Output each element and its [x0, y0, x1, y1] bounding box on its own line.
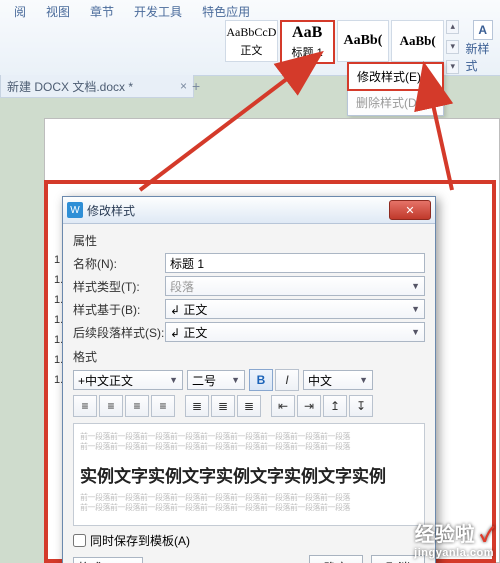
chevron-down-icon: ▼ — [169, 375, 178, 385]
document-tab[interactable]: 新建 DOCX 文档.docx * × — [0, 75, 194, 98]
preview-context-text: 前一段落前一段落前一段落前一段落前一段落前一段落前一段落前一段落前一段落 — [80, 493, 418, 503]
style-tile[interactable]: AaBb( — [391, 20, 444, 62]
next-style-select[interactable]: ↲ 正文 ▼ — [165, 322, 425, 342]
preview-context-text: 前一段落前一段落前一段落前一段落前一段落前一段落前一段落前一段落前一段落 — [80, 442, 418, 452]
ok-button[interactable]: 确定 — [309, 555, 363, 563]
style-label: 正文 — [240, 42, 262, 58]
document-tab-title: 新建 DOCX 文档.docx * — [7, 78, 133, 95]
bold-button[interactable]: B — [249, 369, 273, 391]
app-icon: W — [67, 202, 83, 218]
language-select[interactable]: 中文 ▼ — [303, 370, 373, 390]
combo-value: +中文正文 — [78, 372, 133, 389]
format-menu-button[interactable]: 格式(O) ▼ — [73, 557, 143, 563]
label-next-style: 后续段落样式(S): — [73, 324, 165, 341]
line-spacing-normal-button[interactable]: ≣ — [211, 395, 235, 417]
indent-increase-button[interactable]: ⇥ — [297, 395, 321, 417]
style-tile[interactable]: AaBb( — [337, 20, 390, 62]
chevron-down-icon: ▼ — [231, 375, 240, 385]
align-left-button[interactable]: ≡ — [73, 395, 97, 417]
group-properties-label: 属性 — [73, 232, 425, 249]
combo-value: 段落 — [170, 278, 194, 295]
style-sample: AaBb( — [343, 33, 382, 49]
new-style-button[interactable]: A 新样式 — [465, 20, 500, 74]
button-label: 格式(O) — [78, 559, 119, 563]
tab-special[interactable]: 特色应用 — [192, 1, 260, 22]
italic-button[interactable]: I — [275, 369, 299, 391]
style-sample: AaBb( — [400, 33, 436, 49]
preview-sample-text: 实例文字实例文字实例文字实例文字实例 — [80, 462, 418, 487]
based-on-select[interactable]: ↲ 正文 ▼ — [165, 299, 425, 319]
tab-chapter[interactable]: 章节 — [80, 1, 124, 22]
combo-value: ↲ 正文 — [170, 324, 207, 341]
chevron-down-icon: ▼ — [411, 281, 420, 291]
dialog-close-button[interactable]: ✕ — [389, 200, 431, 220]
watermark-text: 经验啦 — [415, 524, 475, 546]
modify-style-dialog: W 修改样式 ✕ 属性 名称(N): 样式类型(T): 段落 ▼ 样式基于(B — [62, 196, 436, 563]
style-label: 标题 1 — [292, 44, 323, 60]
chevron-up-icon[interactable]: ▴ — [446, 20, 459, 34]
align-right-button[interactable]: ≡ — [125, 395, 149, 417]
chevron-down-icon: ▼ — [411, 304, 420, 314]
align-justify-button[interactable]: ≡ — [151, 395, 175, 417]
menu-delete-style[interactable]: 删除样式(D) — [348, 90, 443, 115]
font-family-select[interactable]: +中文正文 ▼ — [73, 370, 183, 390]
label-based-on: 样式基于(B): — [73, 301, 165, 318]
style-context-menu: 修改样式(E) 删除样式(D) — [347, 62, 444, 116]
ribbon-tabs: 阅 视图 章节 开发工具 特色应用 — [0, 0, 500, 22]
style-tile-body[interactable]: AaBbCcD 正文 — [225, 20, 278, 62]
label-type: 样式类型(T): — [73, 278, 165, 295]
new-style-label: 新样式 — [465, 40, 500, 74]
checkbox-label: 同时保存到模板(A) — [90, 532, 190, 549]
checkbox-input[interactable] — [73, 534, 86, 547]
dialog-titlebar[interactable]: W 修改样式 ✕ — [63, 197, 435, 224]
gallery-spinner[interactable]: ▴ ▾ ▾ — [446, 20, 459, 74]
close-icon[interactable]: × — [180, 79, 187, 93]
combo-value: 中文 — [308, 372, 332, 389]
style-sample: AaB — [292, 24, 322, 42]
style-tile-heading1[interactable]: AaB 标题 1 — [280, 20, 335, 64]
gallery-expand-icon[interactable]: ▾ — [446, 60, 459, 74]
new-tab-button[interactable]: + — [192, 78, 200, 94]
menu-modify-style[interactable]: 修改样式(E) — [347, 62, 444, 91]
combo-value: ↲ 正文 — [170, 301, 207, 318]
style-type-select[interactable]: 段落 ▼ — [165, 276, 425, 296]
save-to-template-checkbox[interactable]: 同时保存到模板(A) — [73, 532, 425, 549]
indent-decrease-button[interactable]: ⇤ — [271, 395, 295, 417]
spacing-before-button[interactable]: ↥ — [323, 395, 347, 417]
style-sample: AaBbCcD — [226, 25, 276, 40]
line-spacing-tight-button[interactable]: ≣ — [185, 395, 209, 417]
check-icon: ✓ — [480, 524, 494, 546]
dialog-title: 修改样式 — [87, 202, 135, 219]
preview-context-text: 前一段落前一段落前一段落前一段落前一段落前一段落前一段落前一段落前一段落 — [80, 432, 418, 442]
preview-context-text: 前一段落前一段落前一段落前一段落前一段落前一段落前一段落前一段落前一段落 — [80, 503, 418, 513]
watermark-domain: jingyanla.com — [414, 547, 494, 559]
style-preview: 前一段落前一段落前一段落前一段落前一段落前一段落前一段落前一段落前一段落 前一段… — [73, 423, 425, 526]
tab-view[interactable]: 视图 — [36, 1, 80, 22]
align-center-button[interactable]: ≡ — [99, 395, 123, 417]
chevron-down-icon[interactable]: ▾ — [446, 40, 459, 54]
new-style-icon: A — [473, 20, 493, 40]
name-input[interactable] — [165, 253, 425, 273]
paragraph-toolbar: ≡ ≡ ≡ ≡ ≣ ≣ ≣ ⇤ ⇥ ↥ ↧ — [73, 395, 425, 417]
tab-developer[interactable]: 开发工具 — [124, 1, 192, 22]
chevron-down-icon: ▼ — [359, 375, 368, 385]
line-spacing-loose-button[interactable]: ≣ — [237, 395, 261, 417]
combo-value: 二号 — [192, 372, 216, 389]
tab-review[interactable]: 阅 — [4, 1, 36, 22]
label-name: 名称(N): — [73, 255, 165, 272]
spacing-after-button[interactable]: ↧ — [349, 395, 373, 417]
chevron-down-icon: ▼ — [411, 327, 420, 337]
watermark: 经验啦 ✓ jingyanla.com — [414, 518, 494, 559]
font-size-select[interactable]: 二号 ▼ — [187, 370, 245, 390]
group-format-label: 格式 — [73, 348, 425, 365]
